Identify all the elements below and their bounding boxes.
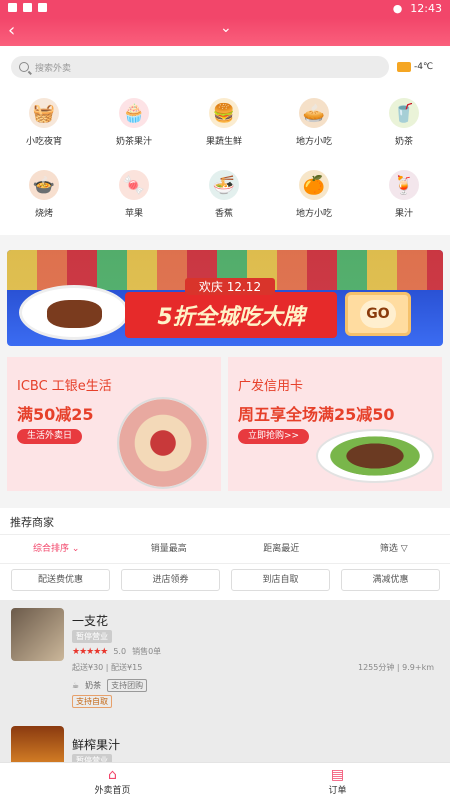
steak-plate-image (316, 429, 434, 483)
filter-full-reduction[interactable]: 满减优惠 (341, 569, 440, 591)
promo-button[interactable]: 立即抢购>> (238, 429, 310, 444)
promo-offer: 满50减25 (17, 405, 94, 424)
promo-title: ICBC 工银e生活 (17, 379, 112, 394)
pickup-tag: 支持自取 (72, 695, 112, 708)
top-header: ‹ ⌄ (0, 18, 450, 46)
sort-comprehensive[interactable]: 综合排序 ⌄ (0, 535, 113, 563)
pie-icon: 🥧 (299, 98, 329, 128)
store-card[interactable]: 鲜榨果汁 暂停营业 (0, 718, 450, 762)
status-bar: ● 12:43 (0, 0, 450, 18)
section-title: 推荐商家 (10, 516, 54, 529)
filter-chips: 配送费优惠 进店领券 到店自取 满减优惠 (11, 569, 440, 591)
promo-card-cgb[interactable]: 广发信用卡 周五享全场满25减50 立即抢购>> (228, 357, 442, 491)
go-button[interactable]: GO (345, 292, 411, 336)
promo-button[interactable]: 生活外卖日 (17, 429, 83, 444)
filter-pickup[interactable]: 到店自取 (231, 569, 330, 591)
promo-banner[interactable]: 欢庆 12.12 5折全城吃大牌 GO (7, 250, 443, 346)
delivery-distance: 1255分钟 | 9.9+km (358, 663, 434, 672)
category-item[interactable]: 🍊 地方小吃 (279, 170, 349, 219)
filter-coupon[interactable]: 进店领券 (121, 569, 220, 591)
delivery-fee: 起送¥30 | 配送¥15 (72, 663, 143, 672)
category-item[interactable]: 🍔 果蔬生鲜 (189, 98, 259, 147)
clock: 12:43 (410, 2, 442, 15)
promo-offer: 周五享全场满25减50 (238, 405, 395, 424)
hotpot-icon: 🍲 (29, 170, 59, 200)
sort-distance[interactable]: 距离最近 (225, 535, 338, 563)
search-placeholder: 搜索外卖 (35, 63, 72, 74)
bottom-tab-bar: ⌂ 外卖首页 ▤ 订单 (0, 762, 450, 800)
cupcake-icon: 🧁 (119, 98, 149, 128)
sort-filter[interactable]: 筛选 ▽ (338, 535, 450, 563)
chevron-down-icon: ⌄ (71, 544, 80, 554)
app-icon (38, 3, 47, 12)
chevron-down-icon[interactable]: ⌄ (220, 20, 232, 36)
notification-icons (8, 3, 47, 12)
sort-bar: 综合排序 ⌄ 销量最高 距离最近 筛选 ▽ (0, 534, 450, 564)
message-icon (8, 3, 17, 12)
category-item[interactable]: 🥧 地方小吃 (279, 98, 349, 147)
filter-icon: ▽ (400, 544, 408, 554)
banner-board: 欢庆 12.12 5折全城吃大牌 (125, 278, 337, 338)
category-item[interactable]: 🧁 奶茶果汁 (99, 98, 169, 147)
location-icon: ● (392, 2, 403, 15)
basket-icon: 🧺 (29, 98, 59, 128)
banner-title: 5折全城吃大牌 (157, 305, 305, 330)
filter-delivery-discount[interactable]: 配送费优惠 (11, 569, 110, 591)
recommended-merchants: 推荐商家 综合排序 ⌄ 销量最高 距离最近 筛选 ▽ 配送费优惠 进店领券 到店… (0, 508, 450, 606)
weather-icon (397, 62, 411, 72)
store-thumbnail (11, 608, 64, 661)
category-item[interactable]: 🍹 果汁 (369, 170, 439, 219)
category-grid: 🧺 小吃夜宵 🧁 奶茶果汁 🍔 果蔬生鲜 🥧 地方小吃 🥤 奶茶 🍲 烧烤 🍬 苹果 🍜 香蕉 … (0, 90, 450, 235)
search-row: 搜索外卖 -4℃ (0, 46, 450, 90)
clipboard-icon: ▤ (330, 767, 345, 783)
status-badge: 暂停营业 (72, 754, 112, 762)
store-card[interactable]: 一支花 暂停营业 ★★★★★ 5.0 销售0单 起送¥30 | 配送¥15 1255… (0, 600, 450, 718)
banner-subtitle: 欢庆 12.12 (185, 278, 275, 295)
mail-icon (23, 3, 32, 12)
candy-icon: 🍬 (119, 170, 149, 200)
noodle-icon: 🍜 (209, 170, 239, 200)
sort-sales[interactable]: 销量最高 (113, 535, 226, 563)
tab-home[interactable]: ⌂ 外卖首页 (0, 763, 225, 800)
go-label: GO (360, 300, 396, 328)
category-item[interactable]: 🍜 香蕉 (189, 170, 259, 219)
store-rating: ★★★★★ 5.0 销售0单 (72, 646, 162, 657)
weather: -4℃ (397, 62, 433, 72)
category-item[interactable]: 🧺 小吃夜宵 (9, 98, 79, 147)
status-badge: 暂停营业 (72, 630, 112, 643)
fruit-basket-icon: 🍊 (299, 170, 329, 200)
store-name: 一支花 (72, 614, 109, 628)
promo-card-icbc[interactable]: ICBC 工银e生活 满50减25 生活外卖日 (7, 357, 221, 491)
drink-icon: 🥤 (389, 98, 419, 128)
category-item[interactable]: 🍬 苹果 (99, 170, 169, 219)
platter-image (117, 397, 209, 489)
group-buy-tag: 支持团购 (107, 679, 148, 692)
temperature: -4℃ (414, 62, 434, 72)
cup-icon: ☕ (72, 681, 80, 690)
search-input[interactable]: 搜索外卖 (11, 56, 389, 78)
home-icon: ⌂ (108, 767, 117, 783)
promo-title: 广发信用卡 (238, 379, 304, 394)
store-tags: ☕ 奶茶 支持团购 (72, 679, 148, 692)
burger-icon: 🍔 (209, 98, 239, 128)
steak-plate-image (19, 285, 129, 340)
store-thumbnail (11, 726, 64, 762)
category-item[interactable]: 🥤 奶茶 (369, 98, 439, 147)
star-rating-icon: ★★★★★ (72, 646, 108, 657)
store-name: 鲜榨果汁 (72, 738, 121, 752)
search-icon (19, 62, 29, 72)
back-icon[interactable]: ‹ (8, 21, 15, 41)
tab-orders[interactable]: ▤ 订单 (225, 763, 450, 800)
juice-icon: 🍹 (389, 170, 419, 200)
category-item[interactable]: 🍲 烧烤 (9, 170, 79, 219)
